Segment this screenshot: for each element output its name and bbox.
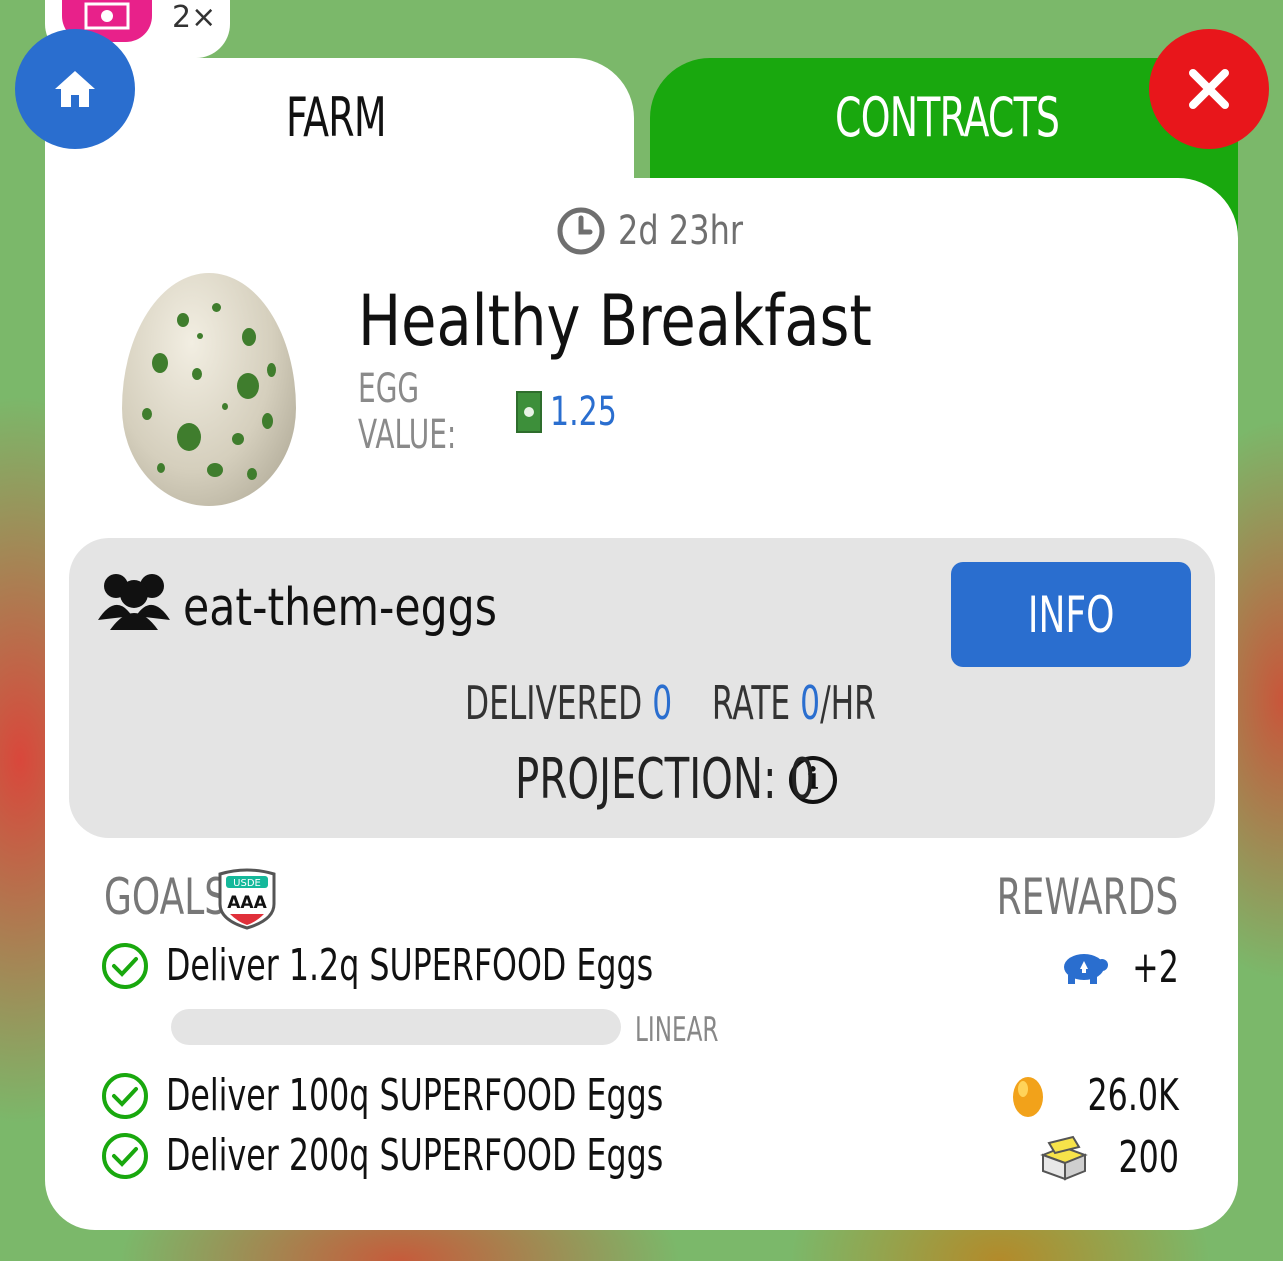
goals-label: GOALS: [104, 868, 228, 926]
goal-reward-amount: 26.0K: [1087, 1070, 1179, 1121]
goal-reward: +2: [1060, 942, 1179, 993]
check-circle-icon: [102, 1132, 148, 1179]
goal-row: Deliver 200q SUPERFOOD Eggs: [102, 1130, 857, 1181]
clock-icon: [557, 207, 605, 255]
check-circle-icon: [102, 1072, 148, 1119]
goal-row: Deliver 100q SUPERFOOD Eggs: [102, 1070, 857, 1121]
delivered-value: 0: [652, 676, 673, 730]
tab-contracts-label: CONTRACTS: [835, 86, 1060, 149]
coop-name: eat-them-eggs: [183, 578, 497, 638]
goal-row: Deliver 1.2q SUPERFOOD Eggs: [102, 940, 843, 991]
time-remaining: 2d 23hr: [618, 208, 743, 254]
tab-farm-label: FARM: [286, 86, 387, 149]
svg-text:AAA: AAA: [227, 893, 267, 913]
progress-mode-label: LINEAR: [635, 1010, 719, 1050]
goal-text: Deliver 200q SUPERFOOD Eggs: [166, 1130, 664, 1181]
multiplier-text: 2×: [172, 0, 217, 35]
close-button[interactable]: [1149, 29, 1269, 149]
goal-reward-amount: 200: [1118, 1132, 1179, 1183]
coop-group-icon: [96, 570, 172, 636]
rate-value: 0: [800, 676, 821, 730]
grade-badge-icon: USDE AAA: [216, 868, 278, 934]
contract-title: Healthy Breakfast: [358, 280, 872, 362]
egg-value-amount: 1.25: [550, 389, 617, 435]
contract-timer: 2d 23hr: [556, 206, 774, 256]
goal-reward: 200: [1039, 1132, 1179, 1183]
rate-unit: /HR: [820, 676, 876, 730]
rewards-label: REWARDS: [996, 868, 1178, 926]
projection-text: PROJECTION: 0: [515, 747, 816, 812]
coop-info-button[interactable]: INFO: [951, 562, 1191, 667]
piggy-bank-icon: [1064, 953, 1109, 984]
goal-progress-bar: [171, 1009, 621, 1045]
egg-value: EGG VALUE: 1.25: [358, 366, 639, 458]
close-icon: [1189, 69, 1229, 109]
svg-text:USDE: USDE: [233, 878, 261, 889]
rate-label: RATE: [711, 676, 791, 730]
check-circle-icon: [102, 942, 148, 989]
goal-reward-amount: +2: [1132, 942, 1179, 993]
projection-row: PROJECTION: 0 i: [515, 747, 837, 812]
goal-text: Deliver 100q SUPERFOOD Eggs: [166, 1070, 664, 1121]
delivered-rate-row: DELIVERED 0 RATE 0/HR: [465, 676, 876, 730]
egg-value-label: EGG VALUE:: [358, 366, 457, 458]
home-button[interactable]: [15, 29, 135, 149]
coop-info-label: INFO: [1027, 585, 1115, 644]
goal-text: Deliver 1.2q SUPERFOOD Eggs: [166, 940, 654, 991]
goal-reward: 26.0K: [1010, 1070, 1179, 1121]
home-icon: [55, 71, 95, 107]
delivered-label: DELIVERED: [465, 676, 643, 730]
supply-crate-icon: [1040, 1135, 1088, 1180]
golden-egg-icon: [1013, 1076, 1044, 1117]
cash-icon: [516, 391, 542, 433]
